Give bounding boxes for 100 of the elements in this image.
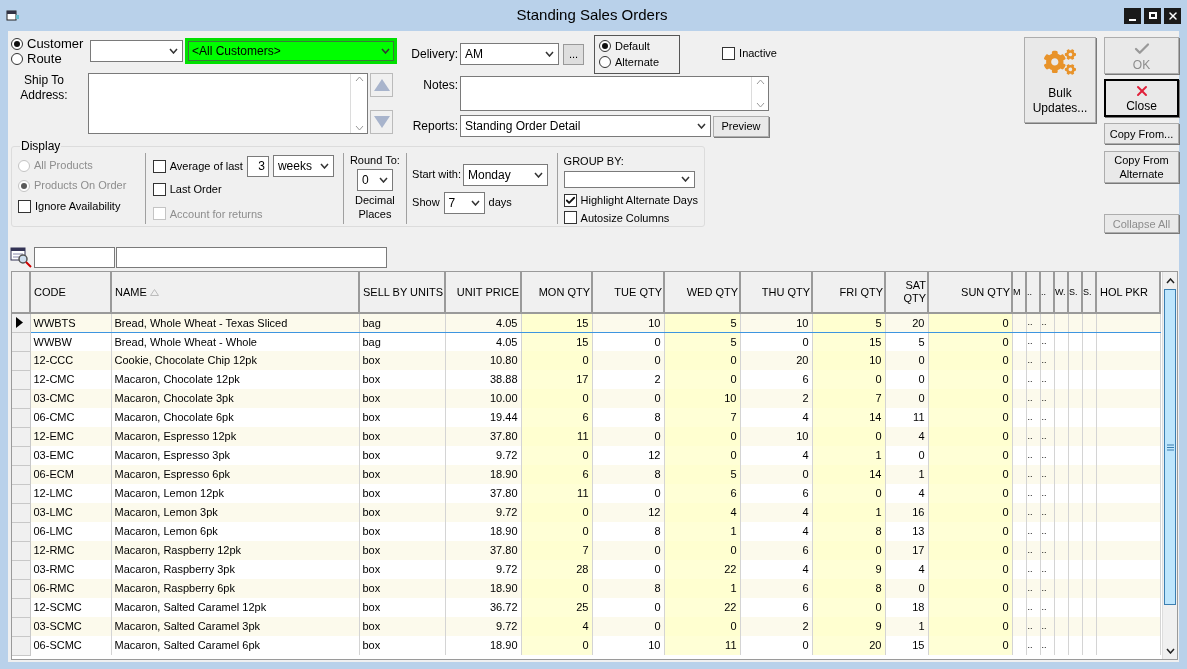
radio-circle[interactable]	[11, 37, 23, 50]
table-row[interactable]: 12-EMC Macaron, Espresso 12pk box 37.80 11 0 0 10 0 4 0 .. ..	[12, 427, 1160, 446]
table-cell: Cookie, Chocolate Chip 12pk	[114, 354, 257, 367]
search-grid-icon[interactable]	[10, 246, 32, 268]
close-button[interactable]	[1164, 7, 1181, 24]
table-row[interactable]: 03-CMC Macaron, Chocolate 3pk box 10.00 0 0 10 2 7 0 0 .. ..	[12, 389, 1160, 408]
highlight-days-checkbox[interactable]: Highlight Alternate Days	[563, 192, 698, 209]
table-cell: Bread, Whole Wheat - Texas Sliced	[114, 316, 288, 329]
table-cell: 10	[724, 392, 737, 405]
reports-dropdown[interactable]: Standing Order Detail	[460, 115, 711, 137]
delivery-type-radio[interactable]: Default	[599, 38, 679, 54]
table-row[interactable]: 12-LMC Macaron, Lemon 12pk box 37.80 11 0 6 6 0 4 0 .. ..	[12, 484, 1160, 503]
more-button[interactable]: ...	[563, 43, 584, 65]
table-cell: Macaron, Raspberry 3pk	[114, 563, 235, 576]
window-title: Standing Sales Orders	[515, 5, 669, 26]
table-cell: 4	[802, 449, 809, 462]
table-row[interactable]: 06-CMC Macaron, Chocolate 6pk box 19.44 6 8 7 4 14 11 0 .. ..	[12, 408, 1160, 427]
average-checkbox[interactable]: Average of last	[152, 157, 243, 175]
minimize-button[interactable]	[1124, 7, 1141, 24]
maximize-button[interactable]	[1144, 7, 1161, 24]
table-row[interactable]: 06-SCMC Macaron, Salted Caramel 6pk box 18.90 0 10 11 0 20 15 0 .. ..	[12, 636, 1160, 655]
scroll-up-icon[interactable]	[1165, 277, 1175, 284]
table-cell: Macaron, Espresso 6pk	[114, 468, 231, 481]
table-row[interactable]: 12-RMC Macaron, Raspberry 12pk box 37.80 7 0 0 6 0 17 0 .. ..	[12, 541, 1160, 560]
mode-radio[interactable]: Customer	[11, 36, 90, 51]
average-count-field[interactable]: 3	[246, 155, 269, 177]
table-cell: 10	[648, 316, 661, 329]
customer-dropdown[interactable]: <All Customers>	[185, 38, 397, 64]
table-cell: 0	[1002, 411, 1009, 424]
table-cell: 28	[576, 563, 589, 576]
table-row[interactable]: 06-ECM Macaron, Espresso 6pk box 18.90 6 8 5 0 14 1 0 .. ..	[12, 465, 1160, 484]
table-cell: 6	[802, 373, 809, 386]
app-icon	[6, 9, 20, 22]
caret-icon	[534, 171, 543, 178]
table-row[interactable]: 12-CMC Macaron, Chocolate 12pk box 38.88 17 2 0 6 0 0 0 .. ..	[12, 370, 1160, 389]
average-unit-dropdown[interactable]: weeks	[272, 155, 334, 177]
copy-from-alternate-button[interactable]: Copy From Alternate	[1104, 151, 1179, 183]
table-cell: 0	[1002, 468, 1009, 481]
caret-icon	[697, 123, 706, 129]
table-cell: 0	[1002, 639, 1009, 652]
table-cell: 2	[802, 392, 809, 405]
table-row[interactable]: 12-SCMC Macaron, Salted Caramel 12pk box 36.72 25 0 22 6 0 18 0 .. ..	[12, 598, 1160, 617]
table-row[interactable]: 06-LMC Macaron, Lemon 6pk box 18.90 0 8 1 4 8 13 0 .. ..	[12, 522, 1160, 541]
table-cell: box	[362, 392, 381, 405]
table-cell: Macaron, Raspberry 6pk	[114, 582, 235, 595]
delivery-dropdown[interactable]: AM	[460, 43, 559, 65]
table-cell: 22	[724, 563, 737, 576]
group-by-label: GROUP BY:	[563, 154, 625, 169]
table-cell: ..	[1027, 620, 1033, 631]
radio-circle[interactable]	[599, 40, 611, 52]
ship-to-address-field[interactable]	[88, 73, 368, 134]
table-row[interactable]: 03-EMC Macaron, Espresso 3pk box 9.72 0 12 0 4 1 0 0 .. ..	[12, 446, 1160, 465]
mode-radio[interactable]: Route	[11, 51, 90, 66]
copy-from-button[interactable]: Copy From...	[1104, 123, 1179, 144]
scrollbar-thumb[interactable]	[1164, 289, 1176, 605]
table-cell: ..	[1027, 506, 1033, 517]
group-by-dropdown[interactable]	[563, 170, 695, 188]
autosize-checkbox[interactable]: Autosize Columns	[563, 209, 698, 226]
table-cell: 13	[912, 525, 925, 538]
table-cell: Macaron, Chocolate 6pk	[114, 411, 234, 424]
table-cell: box	[362, 620, 381, 633]
notes-field[interactable]	[460, 76, 769, 111]
code-filter-field[interactable]	[34, 246, 115, 268]
delivery-type-radio[interactable]: Alternate	[599, 54, 679, 70]
table-cell: Bread, Whole Wheat - Whole	[114, 335, 257, 348]
table-cell: ..	[1027, 544, 1033, 555]
bulk-updates-button[interactable]: Bulk Updates...	[1024, 37, 1096, 123]
table-cell: Macaron, Espresso 12pk	[114, 430, 237, 443]
table-cell: bag	[362, 335, 381, 348]
show-dropdown[interactable]: 7	[443, 191, 485, 214]
close-dialog-button[interactable]: Close	[1104, 79, 1179, 117]
table-row[interactable]: 03-LMC Macaron, Lemon 3pk box 9.72 0 12 4 4 1 16 0 .. ..	[12, 503, 1160, 522]
scroll-down-icon[interactable]	[1165, 647, 1175, 654]
name-filter-field[interactable]	[116, 246, 387, 268]
table-cell: ..	[1041, 582, 1047, 593]
table-row[interactable]: 06-RMC Macaron, Raspberry 6pk box 18.90 0 8 1 6 8 0 0 .. ..	[12, 579, 1160, 598]
table-cell: 0	[730, 354, 737, 367]
table-cell: 4.05	[496, 335, 518, 348]
route-dropdown[interactable]	[90, 40, 183, 62]
vertical-scrollbar[interactable]	[1162, 272, 1177, 659]
ignore-availability-checkbox[interactable]: Ignore Availability	[18, 198, 145, 215]
start-with-dropdown[interactable]: Monday	[463, 163, 548, 186]
table-cell: 22	[724, 601, 737, 614]
round-to-dropdown[interactable]: 0	[356, 169, 393, 191]
caret-icon	[680, 176, 690, 183]
preview-button[interactable]: Preview	[713, 115, 769, 137]
table-cell: 16	[912, 506, 925, 519]
table-row[interactable]: 12-CCC Cookie, Chocolate Chip 12pk box 10.80 0 0 0 20 10 0 0 .. ..	[12, 351, 1160, 370]
table-row[interactable]: 03-SCMC Macaron, Salted Caramel 3pk box 9.72 4 0 0 2 9 1 0 .. ..	[12, 617, 1160, 636]
table-cell: 0	[730, 430, 737, 443]
last-order-checkbox[interactable]: Last Order	[152, 181, 343, 198]
table-cell: 10.00	[489, 392, 518, 405]
table-cell: 18.90	[489, 582, 518, 595]
table-cell: 19.44	[489, 411, 518, 424]
table-cell: 0	[1002, 582, 1009, 595]
caret-icon	[169, 48, 178, 54]
table-row[interactable]: 03-RMC Macaron, Raspberry 3pk box 9.72 28 0 22 4 9 4 0 .. ..	[12, 560, 1160, 579]
table-cell: 0	[582, 506, 589, 519]
table-cell: 4	[802, 563, 809, 576]
table-cell: 10.80	[489, 354, 518, 367]
